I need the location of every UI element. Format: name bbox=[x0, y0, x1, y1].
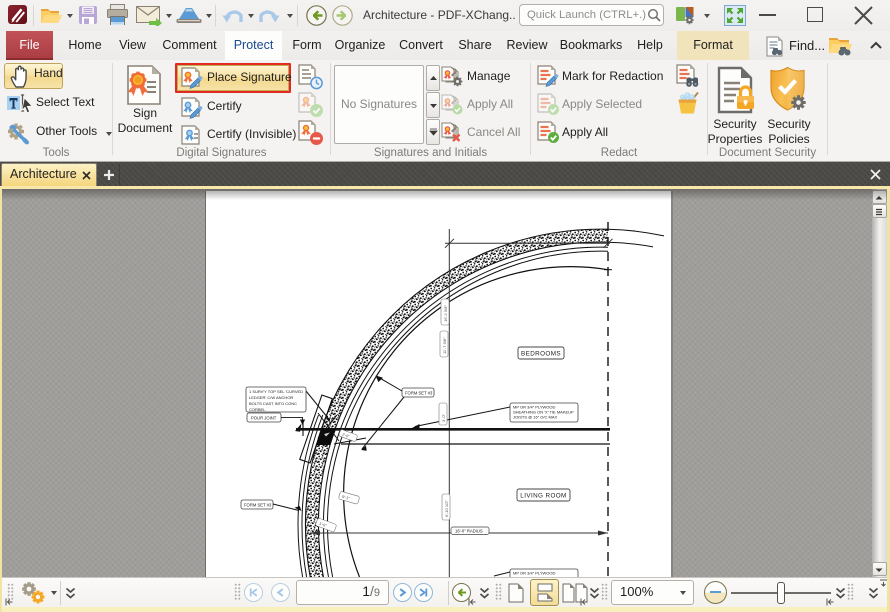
svg-text:9'-10 1/2": 9'-10 1/2" bbox=[444, 500, 449, 517]
svg-text:LIVING ROOM: LIVING ROOM bbox=[520, 493, 566, 500]
svg-text:CORBEL: CORBEL bbox=[249, 407, 266, 412]
svg-text:1 SURV'Y TOP SEL 'CURVED: 1 SURV'Y TOP SEL 'CURVED bbox=[249, 389, 303, 394]
svg-text:16'-0" RADIUS: 16'-0" RADIUS bbox=[455, 529, 483, 534]
svg-text:MP OR 3/4" PLYWOOD: MP OR 3/4" PLYWOOD bbox=[513, 571, 556, 576]
svg-text:BEDROOMS: BEDROOMS bbox=[521, 351, 561, 358]
svg-text:BOLTS CAST INTO CONC: BOLTS CAST INTO CONC bbox=[249, 401, 297, 406]
svg-text:JOISTS @ 16" O/C MAX: JOISTS @ 16" O/C MAX bbox=[513, 415, 557, 420]
svg-text:16'-2 5/8": 16'-2 5/8" bbox=[443, 305, 448, 322]
svg-text:FORM SET #3: FORM SET #3 bbox=[244, 503, 272, 508]
svg-text:3'-0": 3'-0" bbox=[441, 413, 446, 422]
svg-text:POUR JOINT: POUR JOINT bbox=[251, 416, 277, 421]
svg-text:11'-7 5/8": 11'-7 5/8" bbox=[442, 337, 447, 354]
svg-text:LEDGER' C/W ANCHOR: LEDGER' C/W ANCHOR bbox=[249, 395, 293, 400]
svg-text:FORM SET #3: FORM SET #3 bbox=[405, 391, 433, 396]
